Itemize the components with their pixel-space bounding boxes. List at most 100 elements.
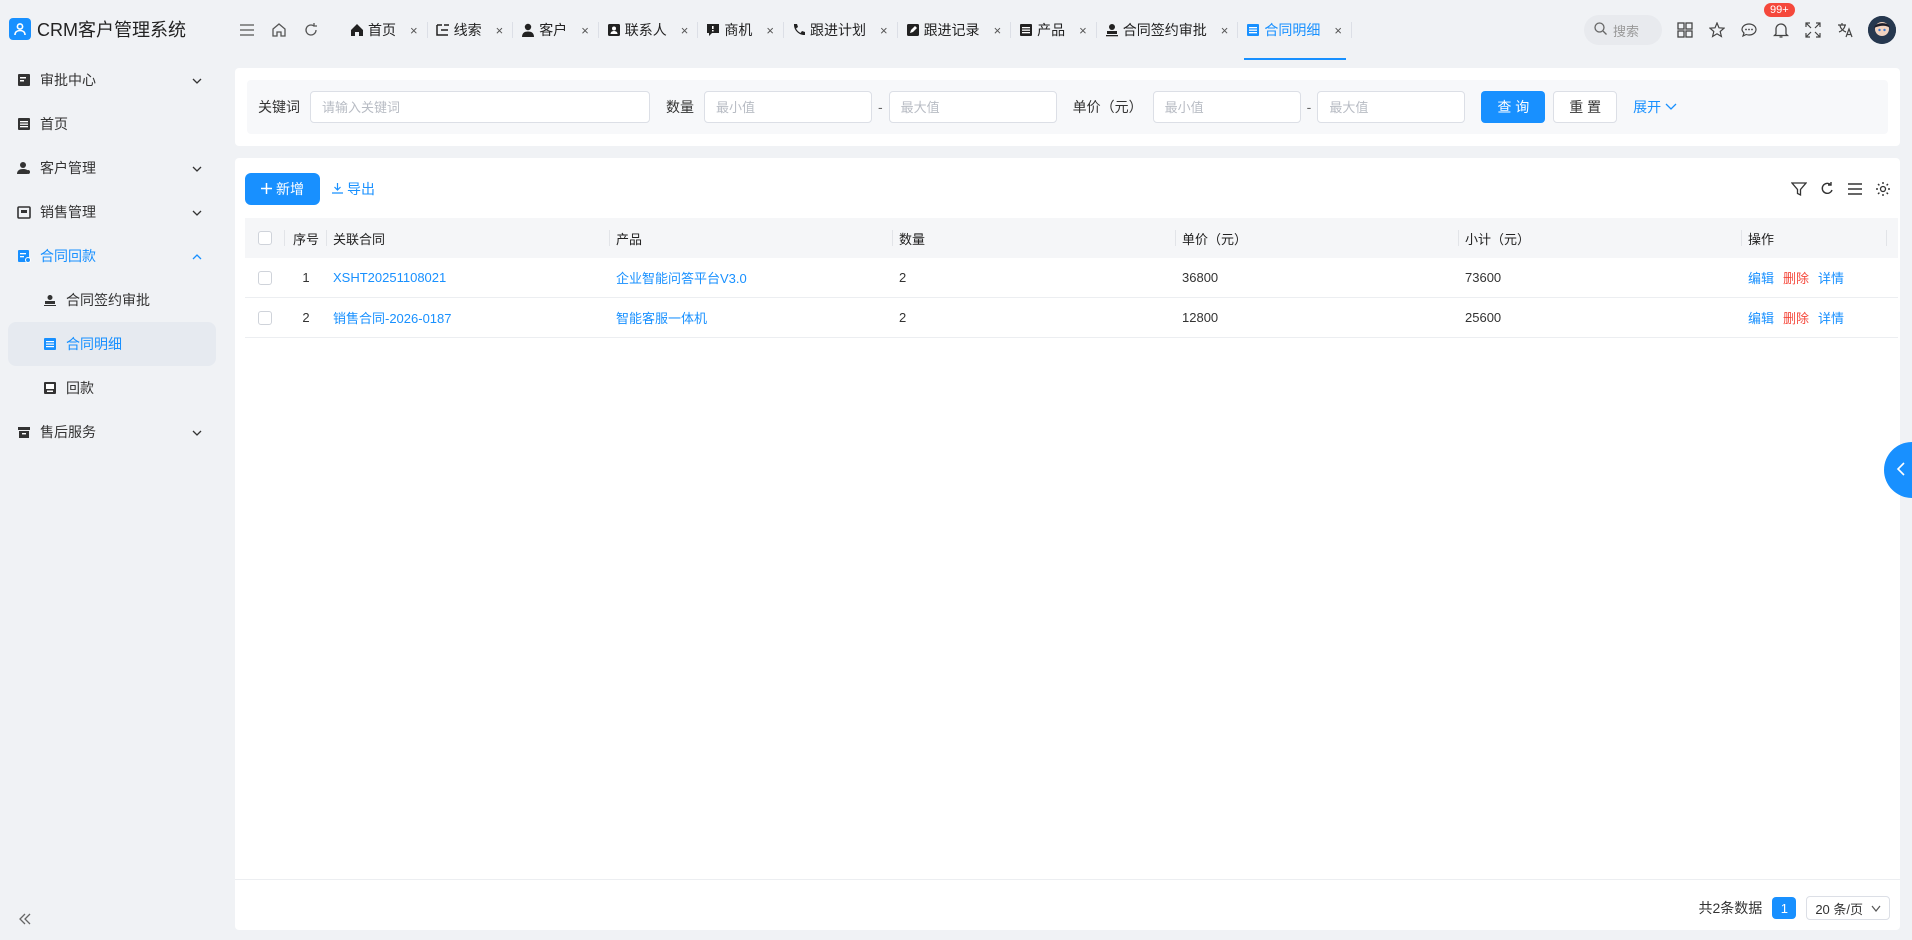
close-icon[interactable]: ×	[994, 23, 1002, 38]
density-icon[interactable]	[1846, 180, 1864, 198]
select-all-checkbox[interactable]	[258, 231, 272, 245]
row-index: 2	[302, 310, 310, 325]
settings-gear-icon[interactable]	[1874, 180, 1892, 198]
user-icon	[521, 23, 535, 37]
close-icon[interactable]: ×	[880, 23, 888, 38]
detail-button[interactable]: 详情	[1818, 308, 1844, 327]
chat-icon[interactable]	[1740, 21, 1758, 39]
row-actions: 编辑 删除 详情	[1742, 298, 1887, 337]
box-icon	[16, 204, 32, 220]
tab-followup-plan[interactable]: 跟进计划 ×	[784, 0, 898, 60]
tab-leads[interactable]: 线索 ×	[428, 0, 514, 60]
tab-opportunities[interactable]: 商机 ×	[698, 0, 784, 60]
range-separator: -	[878, 99, 883, 115]
sidebar-item-contract-approval[interactable]: 合同签约审批	[8, 278, 216, 322]
add-button[interactable]: 新增	[245, 173, 320, 205]
edit-button[interactable]: 编辑	[1748, 268, 1774, 287]
stamp-icon	[42, 292, 58, 308]
expand-filter-link[interactable]: 展开	[1633, 97, 1677, 117]
tab-followup-records[interactable]: 跟进记录 ×	[898, 0, 1012, 60]
fullscreen-icon[interactable]	[1804, 21, 1822, 39]
detail-button[interactable]: 详情	[1818, 268, 1844, 287]
tab-customers[interactable]: 客户 ×	[513, 0, 599, 60]
sidebar-item-label: 审批中心	[40, 72, 96, 88]
row-subtotal: 73600	[1465, 270, 1502, 285]
apps-grid-icon[interactable]	[1676, 21, 1694, 39]
close-icon[interactable]: ×	[766, 23, 774, 38]
refresh-icon[interactable]	[1818, 180, 1836, 198]
sidebar-item-home[interactable]: 首页	[8, 102, 216, 146]
delete-button[interactable]: 删除	[1783, 268, 1809, 287]
row-contract-cell: 销售合同-2026-0187	[327, 298, 610, 337]
tab-bar: 首页 × 线索 × 客户 × 联系人 × 商机 × 跟进计划 × 跟进记录 × …	[342, 0, 1352, 60]
contract-link[interactable]: 销售合同-2026-0187	[333, 308, 452, 327]
sidebar-item-payment[interactable]: 回款	[8, 366, 216, 410]
export-button[interactable]: 导出	[332, 179, 375, 199]
row-product-cell: 智能客服一体机	[610, 298, 893, 337]
close-icon[interactable]: ×	[1079, 23, 1087, 38]
tab-contract-approval[interactable]: 合同签约审批 ×	[1097, 0, 1239, 60]
refresh-icon[interactable]	[302, 21, 320, 39]
tree-icon	[435, 23, 450, 37]
tab-label: 首页	[368, 22, 396, 38]
sidebar-item-label: 合同明细	[66, 336, 122, 352]
row-checkbox[interactable]	[258, 310, 272, 325]
sidebar-item-contract-detail[interactable]: 合同明细	[8, 322, 216, 366]
page-size-select[interactable]: 20 条/页	[1806, 896, 1890, 920]
row-price: 12800	[1182, 310, 1219, 325]
product-link[interactable]: 智能客服一体机	[616, 308, 707, 327]
table-row: 1 XSHT20251108021 企业智能问答平台V3.0 2 36800 7…	[245, 258, 1898, 298]
tab-contacts[interactable]: 联系人 ×	[599, 0, 699, 60]
edit-button[interactable]: 编辑	[1748, 308, 1774, 327]
delete-button[interactable]: 删除	[1783, 308, 1809, 327]
reset-button[interactable]: 重 置	[1553, 91, 1618, 123]
tab-label: 合同明细	[1264, 22, 1321, 38]
row-qty: 2	[899, 270, 907, 285]
qty-min-input[interactable]	[704, 91, 872, 123]
tab-label: 商机	[724, 22, 753, 38]
export-label: 导出	[347, 181, 375, 197]
query-button[interactable]: 查 询	[1481, 91, 1546, 123]
contract-link[interactable]: XSHT20251108021	[333, 270, 446, 285]
close-icon[interactable]: ×	[1221, 23, 1229, 38]
sidebar-item-customer-mgmt[interactable]: 客户管理	[8, 146, 216, 190]
qty-max-input[interactable]	[888, 91, 1057, 123]
tab-home[interactable]: 首页 ×	[342, 0, 428, 60]
product-link[interactable]: 企业智能问答平台V3.0	[616, 268, 747, 287]
keyword-input[interactable]	[310, 91, 650, 123]
close-icon[interactable]: ×	[681, 23, 689, 38]
price-max-input[interactable]	[1317, 91, 1466, 123]
contract-icon	[16, 248, 32, 264]
table-row: 2 销售合同-2026-0187 智能客服一体机 2 12800 25600 编…	[245, 298, 1898, 338]
language-icon[interactable]	[1836, 21, 1854, 39]
tab-label: 客户	[539, 22, 568, 38]
filter-icon[interactable]	[1790, 180, 1808, 198]
header-search[interactable]: 搜索	[1584, 15, 1662, 45]
collapse-sidebar-icon[interactable]	[18, 912, 32, 928]
contract-detail-panel: 新增 导出 序号 关联合同 产品 数量 单价（元） 小计（元） 操作 1 XSH…	[235, 158, 1900, 930]
tab-contract-detail[interactable]: 合同明细 ×	[1238, 0, 1352, 60]
app-title: CRM客户管理系统	[37, 20, 186, 40]
price-min-input[interactable]	[1152, 91, 1301, 123]
row-checkbox[interactable]	[258, 270, 272, 285]
doc-icon	[42, 336, 58, 352]
menu-icon[interactable]	[238, 21, 256, 39]
close-icon[interactable]: ×	[581, 23, 589, 38]
close-icon[interactable]: ×	[410, 23, 418, 38]
sidebar-item-after-sales[interactable]: 售后服务	[8, 410, 216, 454]
sidebar-item-approval-center[interactable]: 审批中心	[8, 58, 216, 102]
close-icon[interactable]: ×	[1334, 23, 1342, 38]
chevron-down-icon	[1871, 901, 1881, 916]
sidebar-item-contract-payment[interactable]: 合同回款	[8, 234, 216, 278]
close-icon[interactable]: ×	[496, 23, 504, 38]
sidebar-item-label: 售后服务	[40, 424, 96, 440]
user-avatar[interactable]	[1868, 16, 1896, 44]
filter-panel: 关键词 数量 - 单价（元） - 查 询 重 置 展开	[235, 68, 1900, 146]
star-icon[interactable]	[1708, 21, 1726, 39]
notification-bell-icon[interactable]: 99+	[1764, 3, 1795, 39]
total-count: 共2条数据	[1698, 900, 1763, 916]
tab-products[interactable]: 产品 ×	[1011, 0, 1097, 60]
home-icon[interactable]	[270, 21, 288, 39]
sidebar-item-sales-mgmt[interactable]: 销售管理	[8, 190, 216, 234]
page-number-button[interactable]: 1	[1772, 897, 1797, 919]
